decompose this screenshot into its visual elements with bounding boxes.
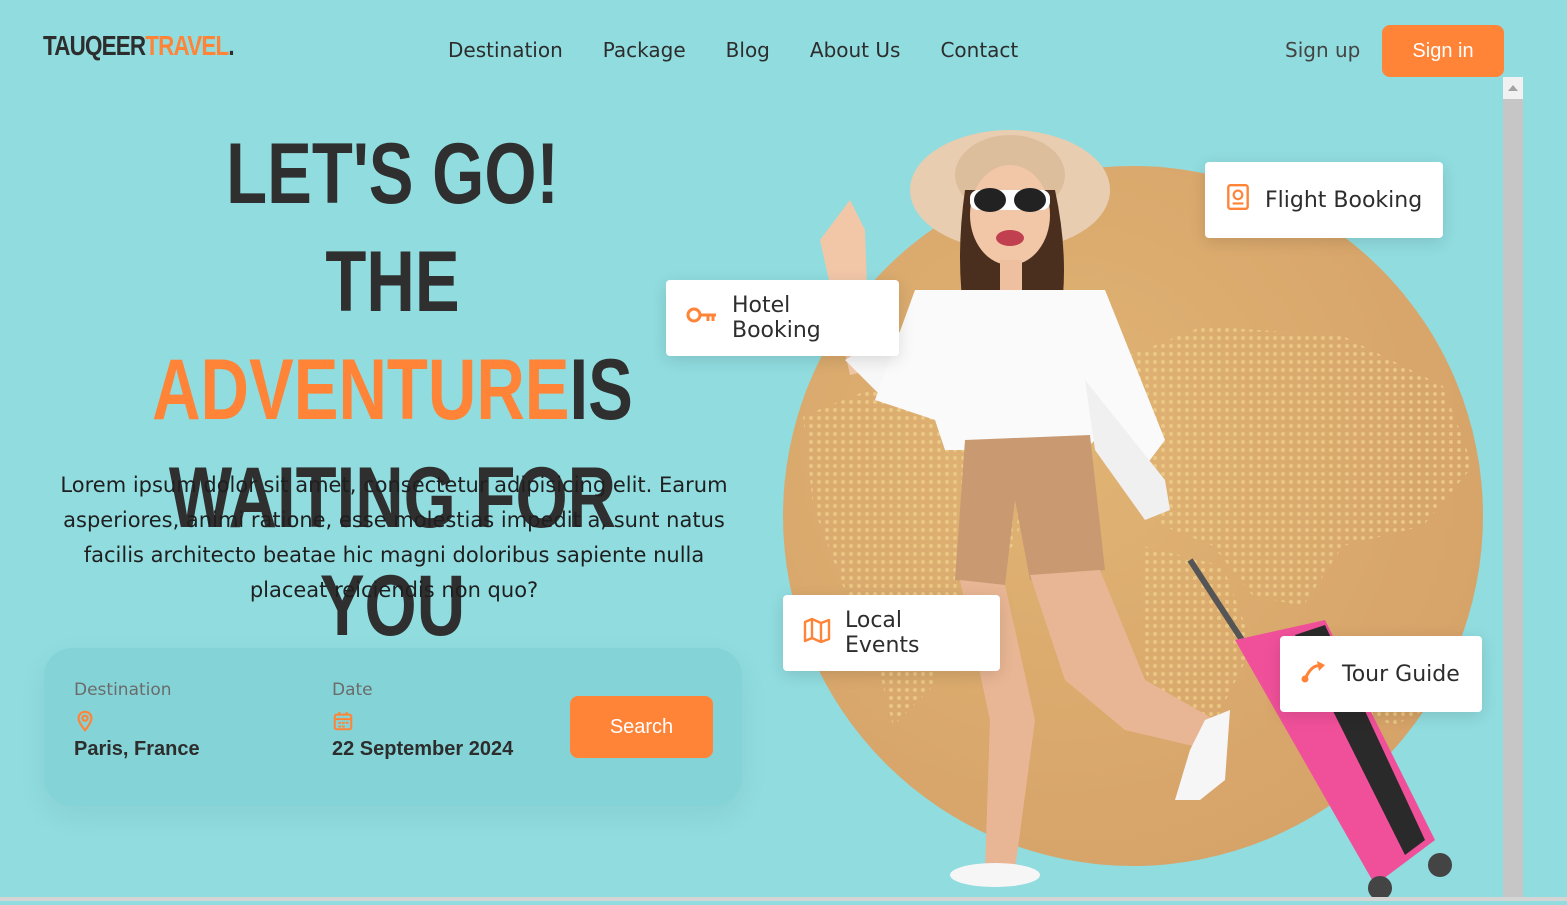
hotel-booking-card[interactable]: Hotel Booking [666, 280, 899, 356]
destination-label: Destination [74, 680, 172, 700]
search-panel: Destination Paris, France Date 22 Septem… [44, 648, 742, 806]
date-value: 22 September 2024 [332, 738, 514, 760]
nav-link-contact[interactable]: Contact [940, 38, 1018, 62]
tour-guide-card[interactable]: Tour Guide [1280, 636, 1482, 712]
hero-highlight: ADVENTURE [152, 342, 570, 438]
nav-link-blog[interactable]: Blog [726, 38, 770, 62]
logo-text-primary: TAUQEER [43, 30, 146, 61]
hero-line-2-pre: THE [325, 234, 460, 330]
location-pin-icon [74, 710, 96, 732]
hotel-booking-label: Hotel Booking [732, 293, 821, 343]
logo-dot: . [228, 30, 234, 61]
nav-link-package[interactable]: Package [603, 38, 686, 62]
date-label: Date [332, 680, 373, 700]
nav-link-destination[interactable]: Destination [448, 38, 563, 62]
top-navigation: TAUQEERTRAVEL. Destination Package Blog … [0, 0, 1567, 100]
sign-in-button[interactable]: Sign in [1382, 25, 1504, 77]
local-events-card[interactable]: Local Events [783, 595, 1000, 671]
map-icon [803, 617, 831, 649]
tour-guide-label: Tour Guide [1342, 661, 1460, 687]
passport-icon [1225, 183, 1251, 217]
date-field[interactable]: Date 22 September 2024 [332, 680, 513, 761]
scroll-up-arrow-icon[interactable] [1503, 77, 1523, 99]
hero-line-2: THE ADVENTUREIS [118, 228, 668, 444]
hero-description: Lorem ipsum dolor sit amet, consectetur … [60, 473, 728, 602]
destination-value: Paris, France [74, 738, 200, 760]
horizontal-scrollbar[interactable] [0, 897, 1567, 901]
logo[interactable]: TAUQEERTRAVEL. [43, 30, 235, 62]
flight-booking-card[interactable]: Flight Booking [1205, 162, 1443, 238]
logo-text-accent: TRAVEL [145, 30, 229, 61]
calendar-icon [332, 710, 354, 732]
nav-link-about-us[interactable]: About Us [810, 38, 901, 62]
hero-line-2-post: IS [569, 342, 633, 438]
main-menu: Destination Package Blog About Us Contac… [448, 38, 1018, 62]
key-icon [686, 305, 718, 331]
route-icon [1300, 658, 1328, 690]
local-events-label: Local Events [845, 608, 920, 658]
flight-booking-label: Flight Booking [1265, 187, 1423, 213]
destination-field[interactable]: Destination Paris, France [74, 680, 200, 761]
search-button[interactable]: Search [570, 696, 713, 758]
hero-line-1: LET'S GO! [226, 126, 559, 222]
vertical-scrollbar[interactable] [1503, 77, 1523, 901]
sign-up-link[interactable]: Sign up [1285, 38, 1360, 62]
